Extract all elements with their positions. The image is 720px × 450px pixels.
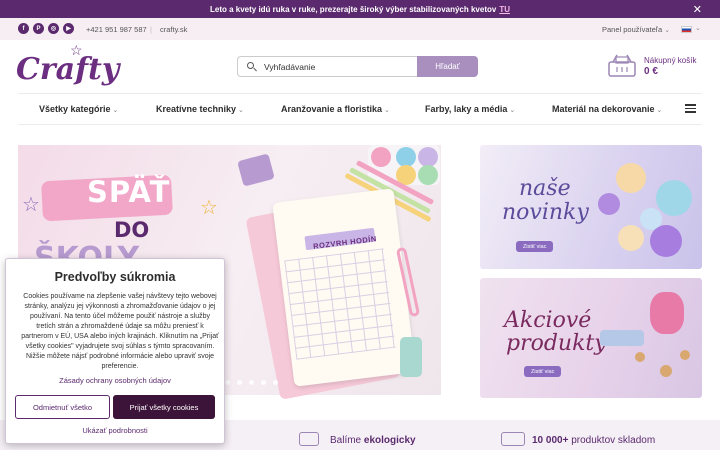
search-icon — [247, 61, 257, 72]
glue-stick — [400, 337, 422, 377]
pompom — [656, 180, 692, 216]
pompom — [616, 163, 646, 193]
pompom — [598, 193, 620, 215]
instagram-icon[interactable]: ◎ — [48, 23, 59, 34]
nav-label: Aranžovanie a floristika — [281, 104, 383, 114]
contact-separator: | — [150, 25, 152, 34]
pinterest-icon[interactable]: P — [33, 23, 44, 34]
search-button[interactable]: Hľadať — [417, 56, 478, 77]
chevron-down-icon: ⌄ — [112, 107, 119, 114]
nav-item-floristry[interactable]: Aranžovanie a floristika ⌄ — [281, 104, 390, 114]
truck-icon — [501, 432, 525, 446]
show-details-link[interactable]: Ukázať podrobnosti — [0, 426, 230, 435]
hero-title-line1: SPÄŤ — [87, 175, 171, 209]
nav-label: Kreatívne techniky — [156, 104, 237, 114]
phone-number[interactable]: +421 951 987 587 — [86, 25, 147, 34]
facebook-icon[interactable]: f — [18, 23, 29, 34]
chevron-down-icon: ⌄ — [664, 27, 671, 34]
benefit-bold: ekologicky — [363, 435, 416, 446]
menu-icon[interactable] — [685, 104, 696, 113]
star-icon: ☆ — [22, 194, 40, 216]
star-icon: ☆ — [70, 42, 83, 58]
nav-item-creative-techniques[interactable]: Kreatívne techniky ⌄ — [156, 104, 244, 114]
wood-star — [635, 352, 645, 362]
chevron-down-icon: ⌄ — [384, 107, 390, 114]
announcement-link[interactable]: TU — [499, 5, 510, 14]
pompom — [618, 225, 644, 251]
banner-title: produkty — [506, 331, 607, 356]
nav-label: Farby, laky a média — [425, 104, 508, 114]
nav-item-decor-material[interactable]: Materiál na dekorovanie ⌄ — [552, 104, 662, 114]
shopping-cart-icon[interactable] — [607, 52, 637, 78]
banner-title: Akciové — [504, 308, 592, 333]
deny-all-button[interactable]: Odmietnuť všetko — [15, 395, 110, 419]
user-panel-label: Panel používateľa — [602, 25, 663, 34]
banner-title: naše — [519, 176, 571, 201]
paint-dot — [371, 147, 391, 167]
flag-sk-icon[interactable] — [681, 26, 692, 33]
nav-divider — [18, 124, 702, 125]
contact-bar: f P ◎ ▶ +421 951 987 587 | crafty.sk Pan… — [0, 18, 720, 40]
benefit-bold: 10 000+ — [532, 435, 569, 446]
benefit-eco: Balíme ekologicky — [330, 435, 416, 446]
nav-label: Všetky kategórie — [39, 104, 111, 114]
timetable-grid — [284, 248, 396, 360]
sale-products-button[interactable]: Zistiť viac — [524, 366, 562, 377]
search-placeholder: Vyhľadávanie — [264, 61, 316, 72]
nav-item-all-categories[interactable]: Všetky kategórie ⌄ — [39, 104, 118, 114]
announcement-bar: Leto a kvety idú ruka v ruke, prezerajte… — [0, 0, 720, 18]
chevron-down-icon: ⌄ — [238, 107, 244, 114]
youtube-icon[interactable]: ▶ — [63, 23, 74, 34]
nav-label: Materiál na dekorovanie — [552, 104, 655, 114]
logo[interactable]: Crafty ☆ — [16, 42, 119, 90]
hero-title-line2: DO — [114, 218, 150, 242]
star-icon: ☆ — [200, 197, 218, 219]
search-input[interactable]: Vyhľadávanie — [237, 56, 417, 77]
user-panel-menu[interactable]: Panel používateľa ⌄ — [602, 25, 670, 34]
cookie-title: Predvoľby súkromia — [54, 270, 176, 284]
cart-total[interactable]: 0 € — [644, 66, 658, 77]
wood-star — [680, 350, 690, 360]
carousel-dots[interactable] — [225, 380, 278, 385]
privacy-policy-link[interactable]: Zásady ochrany osobných údajov — [0, 376, 230, 385]
paint-dot — [418, 165, 438, 185]
pompom — [650, 225, 682, 257]
cookie-text: Cookies používame na zlepšenie vašej náv… — [21, 293, 219, 370]
banner-title: novinky — [502, 200, 589, 225]
beads — [600, 330, 644, 346]
cart-label[interactable]: Nákupný košík — [644, 56, 696, 65]
paint-dot — [418, 147, 438, 167]
benefit-text: Balíme — [330, 435, 364, 446]
eco-box-icon — [299, 432, 319, 446]
wood-star — [660, 365, 672, 377]
close-icon[interactable]: ✕ — [693, 3, 702, 16]
announcement-text: Leto a kvety idú ruka v ruke, prezerajte… — [209, 4, 497, 14]
paint-dot — [396, 147, 416, 167]
chevron-down-icon: ⌄ — [656, 107, 663, 114]
chevron-down-icon: ⌄ — [509, 107, 516, 114]
nav-item-paints[interactable]: Farby, laky a média ⌄ — [425, 104, 515, 114]
logo-text: Crafty — [16, 52, 120, 87]
benefit-stock: 10 000+ produktov skladom — [532, 435, 655, 446]
language-chevron-icon[interactable]: ⌄ — [695, 24, 701, 32]
benefit-text: produktov skladom — [568, 435, 656, 446]
glass-vase — [650, 292, 684, 334]
new-products-button[interactable]: Zistiť viac — [516, 241, 554, 252]
accept-all-button[interactable]: Prijať všetky cookies — [113, 395, 215, 419]
website-link[interactable]: crafty.sk — [160, 25, 187, 34]
header-divider — [18, 93, 702, 94]
